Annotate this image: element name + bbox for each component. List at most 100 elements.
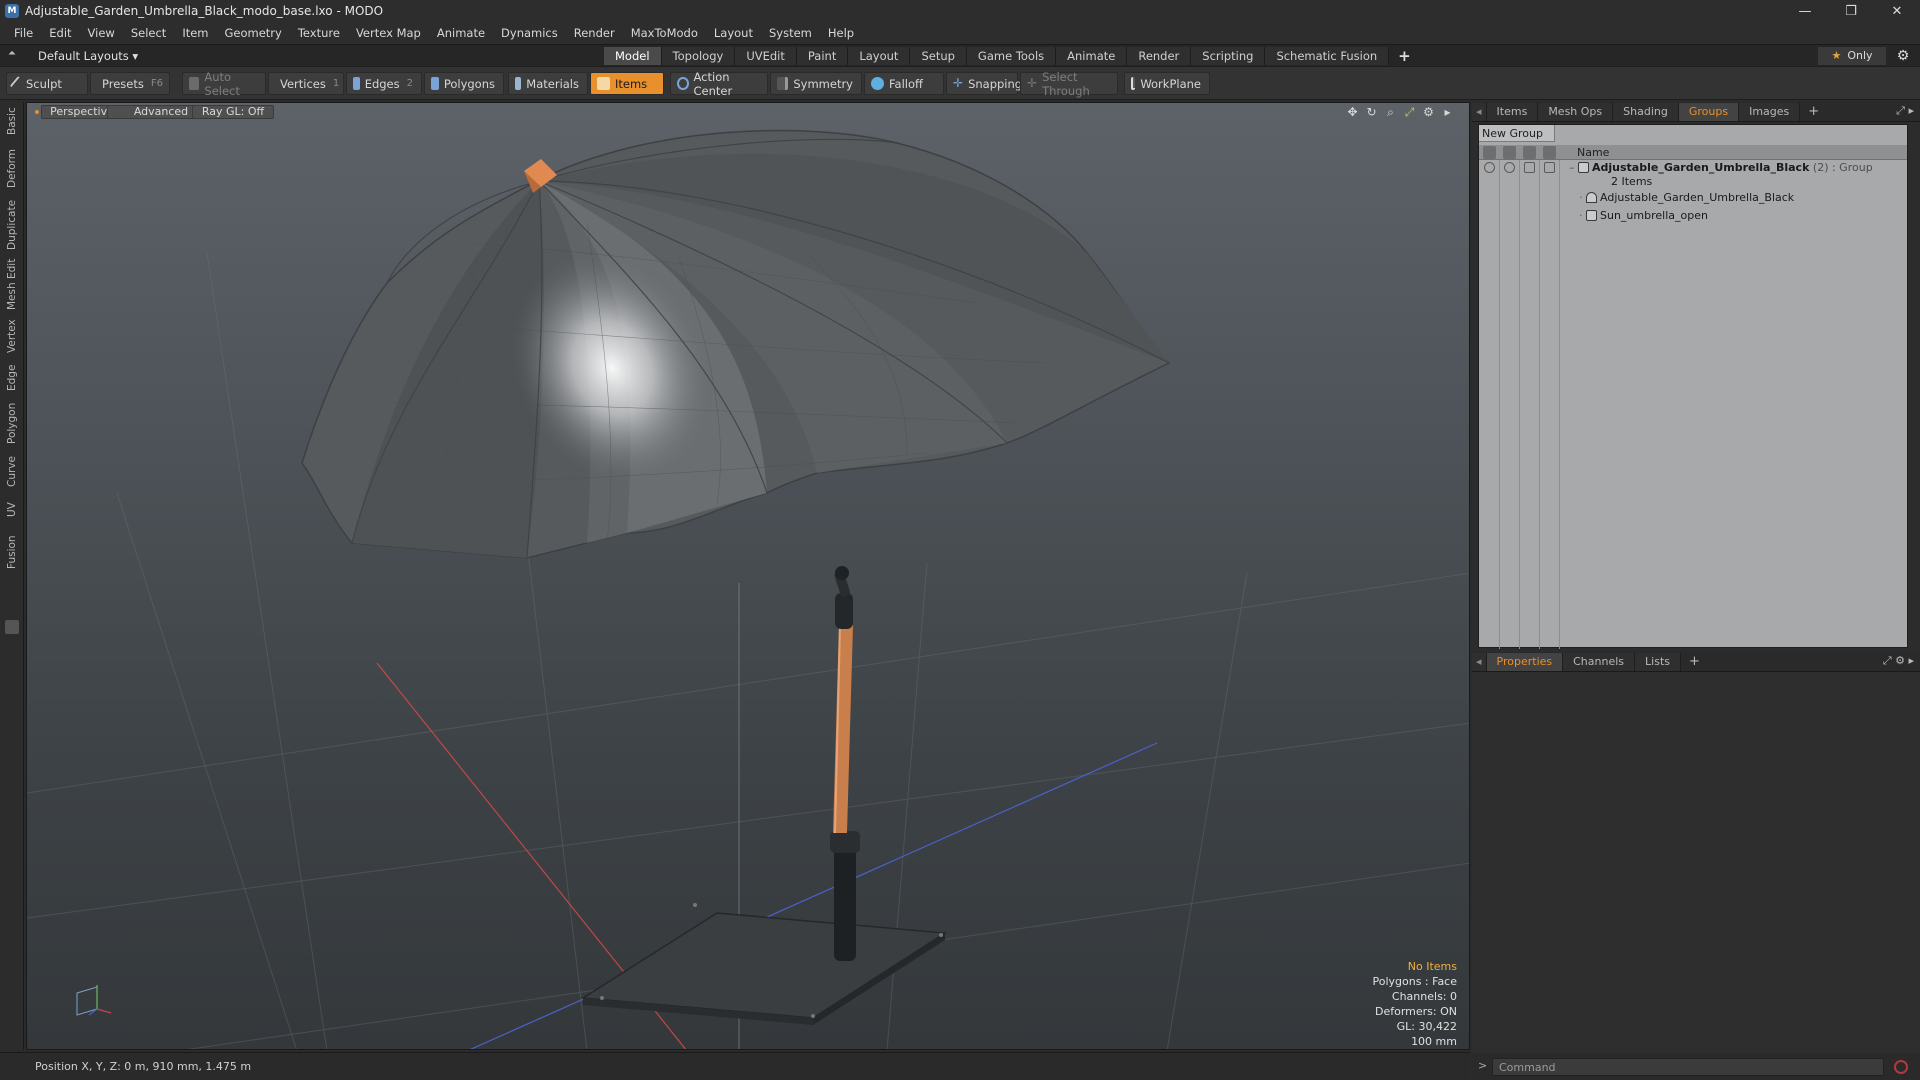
workplane-button[interactable]: WorkPlane <box>1124 72 1210 95</box>
tab-uvedit[interactable]: UVEdit <box>735 47 797 65</box>
symmetry-button[interactable]: Symmetry <box>770 72 862 95</box>
group-row[interactable]: – Adjustable_Garden_Umbrella_Black (2) :… <box>1569 161 1873 174</box>
menu-file[interactable]: File <box>6 26 41 40</box>
vtab-fusion[interactable]: Fusion <box>2 532 22 572</box>
grid-divider <box>1539 160 1540 649</box>
vertices-button[interactable]: Vertices 1 <box>268 72 344 95</box>
snapping-button[interactable]: ✛ Snapping <box>946 72 1022 95</box>
add-panel-tab-button[interactable]: + <box>1681 654 1708 669</box>
vtab-duplicate[interactable]: Duplicate <box>2 198 22 252</box>
menu-select[interactable]: Select <box>123 26 174 40</box>
select-col-icon[interactable] <box>1543 146 1556 159</box>
viewport-options-dot[interactable] <box>35 110 39 114</box>
tab-setup[interactable]: Setup <box>910 47 967 65</box>
minimize-button[interactable]: — <box>1782 0 1828 22</box>
tab-channels[interactable]: Channels <box>1563 652 1636 671</box>
panel-expand-icon[interactable]: ⤢ ▸ <box>1896 104 1914 118</box>
menu-dynamics[interactable]: Dynamics <box>493 26 566 40</box>
tab-schematic-fusion[interactable]: Schematic Fusion <box>1265 47 1390 65</box>
menu-view[interactable]: View <box>80 26 123 40</box>
tab-groups[interactable]: Groups <box>1678 102 1740 121</box>
fit-icon[interactable]: ⤢ <box>1400 105 1419 120</box>
auto-select-button[interactable]: Auto Select <box>182 70 266 98</box>
tab-images[interactable]: Images <box>1739 102 1801 121</box>
maximize-button[interactable]: ❐ <box>1828 0 1874 22</box>
gear-icon[interactable]: ⚙ <box>1894 47 1912 65</box>
render-toggle-icon[interactable] <box>1504 162 1515 173</box>
list-item[interactable]: · Sun_umbrella_open <box>1579 209 1708 222</box>
add-tab-button[interactable]: + <box>1389 47 1420 65</box>
toolbox-toggle-button[interactable] <box>5 620 19 634</box>
zoom-icon[interactable]: ⌕ <box>1381 105 1400 120</box>
tab-topology[interactable]: Topology <box>661 47 736 65</box>
edges-button[interactable]: Edges 2 <box>346 72 422 95</box>
menu-geometry[interactable]: Geometry <box>217 26 290 40</box>
tab-animate[interactable]: Animate <box>1056 47 1128 65</box>
lock-col-icon[interactable] <box>1523 146 1536 159</box>
tab-properties[interactable]: Properties <box>1486 652 1564 671</box>
tab-lists[interactable]: Lists <box>1635 652 1681 671</box>
polygons-button[interactable]: Polygons <box>424 72 504 95</box>
only-toggle[interactable]: ★ Only <box>1818 47 1886 65</box>
vtab-polygon[interactable]: Polygon <box>2 400 22 446</box>
layout-dropdown[interactable]: Default Layouts ▾ <box>38 49 138 63</box>
viewport-gear-icon[interactable]: ⚙ <box>1419 105 1438 120</box>
3d-viewport[interactable]: Perspective Advanced Ray GL: Off ✥ ↻ ⌕ ⤢… <box>26 102 1470 1050</box>
panel-options-icon[interactable]: ◂ <box>1472 102 1487 121</box>
tab-render[interactable]: Render <box>1127 47 1192 65</box>
menu-texture[interactable]: Texture <box>290 26 348 40</box>
tab-shading[interactable]: Shading <box>1613 102 1679 121</box>
render-col-icon[interactable] <box>1503 146 1516 159</box>
groups-list[interactable]: New Group Name – Adjustable_Garden_Umbre… <box>1478 124 1908 649</box>
falloff-button[interactable]: Falloff <box>864 72 944 95</box>
action-center-button[interactable]: Action Center <box>670 70 768 98</box>
tab-model[interactable]: Model <box>604 47 662 65</box>
vtab-deform[interactable]: Deform <box>2 146 22 190</box>
collapse-icon[interactable]: – <box>1569 161 1575 174</box>
command-input[interactable] <box>1492 1058 1884 1076</box>
viewport-expand-icon[interactable]: ▸ <box>1438 105 1457 120</box>
menu-item[interactable]: Item <box>174 26 216 40</box>
tab-mesh-ops[interactable]: Mesh Ops <box>1538 102 1614 121</box>
close-button[interactable]: ✕ <box>1874 0 1920 22</box>
vtab-mesh-edit[interactable]: Mesh Edit <box>2 258 22 310</box>
materials-button[interactable]: Materials <box>508 72 588 95</box>
new-group-button[interactable]: New Group <box>1479 125 1555 142</box>
vtab-curve[interactable]: Curve <box>2 454 22 490</box>
sculpt-button[interactable]: Sculpt <box>6 72 88 95</box>
tab-scripting[interactable]: Scripting <box>1191 47 1266 65</box>
visibility-col-icon[interactable] <box>1483 146 1496 159</box>
menu-edit[interactable]: Edit <box>41 26 79 40</box>
vtab-basic[interactable]: Basic <box>2 104 22 138</box>
menu-help[interactable]: Help <box>820 26 862 40</box>
lock-toggle-icon[interactable] <box>1524 162 1535 173</box>
record-icon[interactable] <box>1894 1060 1908 1074</box>
eye-icon[interactable] <box>1484 162 1495 173</box>
select-through-button[interactable]: ✛ Select Through <box>1020 70 1118 98</box>
panel-expand-icon[interactable]: ⤢ ⚙ ▸ <box>1883 654 1914 668</box>
pan-icon[interactable]: ✥ <box>1343 105 1362 120</box>
select-toggle-icon[interactable] <box>1544 162 1555 173</box>
vtab-edge[interactable]: Edge <box>2 362 22 394</box>
tab-paint[interactable]: Paint <box>796 47 849 65</box>
raygl-toggle[interactable]: Ray GL: Off <box>192 105 274 119</box>
menu-animate[interactable]: Animate <box>429 26 493 40</box>
vtab-vertex[interactable]: Vertex <box>2 316 22 356</box>
polygons-label: Polygons <box>443 76 495 91</box>
tab-layout[interactable]: Layout <box>848 47 911 65</box>
items-button[interactable]: Items <box>590 72 664 95</box>
add-panel-tab-button[interactable]: + <box>1800 104 1827 119</box>
panel-options-icon[interactable]: ◂ <box>1472 652 1487 671</box>
presets-button[interactable]: Presets F6 <box>90 72 170 95</box>
tab-game-tools[interactable]: Game Tools <box>966 47 1057 65</box>
list-item[interactable]: · Adjustable_Garden_Umbrella_Black <box>1579 191 1794 204</box>
menu-render[interactable]: Render <box>566 26 623 40</box>
menu-layout[interactable]: Layout <box>706 26 761 40</box>
menu-system[interactable]: System <box>761 26 820 40</box>
menu-maxtomodo[interactable]: MaxToModo <box>623 26 706 40</box>
tab-items[interactable]: Items <box>1486 102 1539 121</box>
rotate-icon[interactable]: ↻ <box>1362 105 1381 120</box>
collapse-arrow-icon[interactable]: ⏶ <box>8 48 24 64</box>
menu-vertex-map[interactable]: Vertex Map <box>348 26 429 40</box>
vtab-uv[interactable]: UV <box>2 498 22 522</box>
